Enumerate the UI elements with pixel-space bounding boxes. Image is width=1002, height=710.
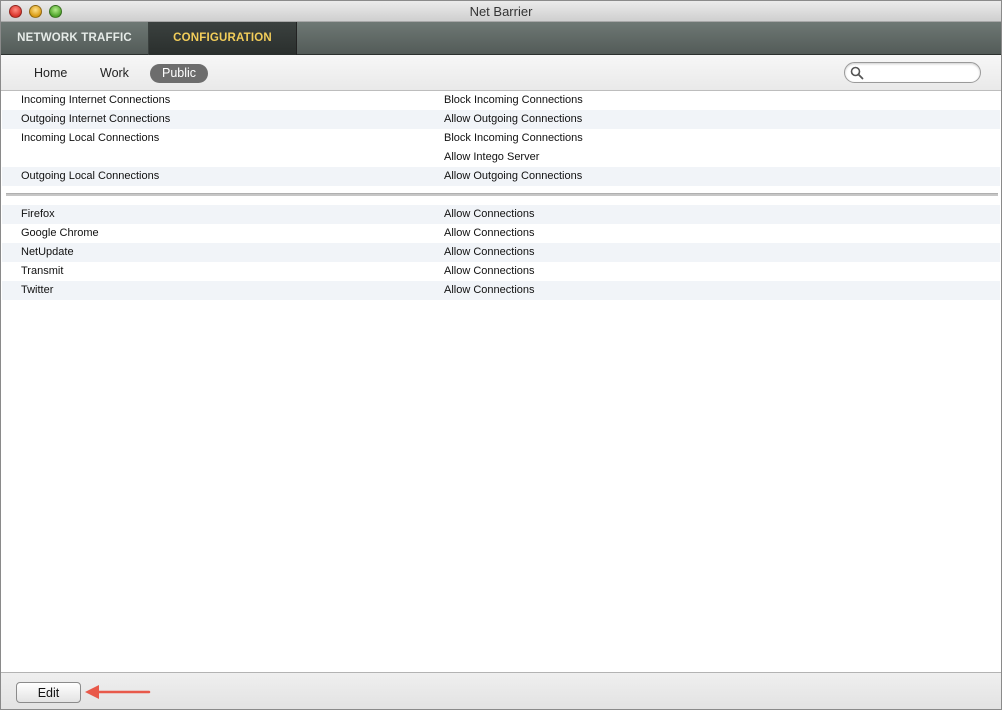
rule-action: Allow Outgoing Connections bbox=[444, 113, 583, 125]
section-separator bbox=[6, 193, 998, 196]
profile-home[interactable]: Home bbox=[22, 64, 79, 83]
rule-name: Incoming Local Connections bbox=[21, 132, 160, 144]
app-action: Allow Connections bbox=[444, 227, 535, 239]
rule-row[interactable]: Incoming Local Connections Block Incomin… bbox=[2, 129, 1000, 148]
app-name: Transmit bbox=[21, 265, 64, 277]
tab-configuration[interactable]: CONFIGURATION bbox=[149, 22, 297, 55]
tab-network-traffic[interactable]: NETWORK TRAFFIC bbox=[1, 22, 149, 55]
app-rule-row[interactable]: Google Chrome Allow Connections bbox=[2, 224, 1000, 243]
app-rule-row[interactable]: Transmit Allow Connections bbox=[2, 262, 1000, 281]
rule-action: Block Incoming Connections bbox=[444, 94, 583, 106]
app-action: Allow Connections bbox=[444, 208, 535, 220]
profile-work[interactable]: Work bbox=[88, 64, 141, 83]
rule-name: Incoming Internet Connections bbox=[21, 94, 171, 106]
rule-row[interactable]: Outgoing Local Connections Allow Outgoin… bbox=[2, 167, 1000, 186]
rule-action: Allow Outgoing Connections bbox=[444, 170, 583, 182]
app-window: Net Barrier NETWORK TRAFFIC CONFIGURATIO… bbox=[0, 0, 1002, 710]
profile-public[interactable]: Public bbox=[150, 64, 209, 83]
rule-name: Outgoing Local Connections bbox=[21, 170, 160, 182]
title-bar: Net Barrier bbox=[1, 1, 1001, 22]
window-title: Net Barrier bbox=[469, 4, 533, 19]
app-rule-row[interactable]: Firefox Allow Connections bbox=[2, 205, 1000, 224]
search-field[interactable] bbox=[844, 62, 981, 83]
rule-name: Outgoing Internet Connections bbox=[21, 113, 171, 125]
rule-row[interactable]: Outgoing Internet Connections Allow Outg… bbox=[2, 110, 1000, 129]
search-input[interactable] bbox=[867, 65, 975, 80]
app-name: Google Chrome bbox=[21, 227, 99, 239]
app-name: Firefox bbox=[21, 208, 55, 220]
app-action: Allow Connections bbox=[444, 284, 535, 296]
search-icon bbox=[850, 66, 864, 80]
edit-button[interactable]: Edit bbox=[16, 682, 81, 703]
app-rule-row[interactable]: NetUpdate Allow Connections bbox=[2, 243, 1000, 262]
bottom-bar: Edit bbox=[1, 672, 1001, 709]
profile-bar: Home Work Public bbox=[1, 55, 1001, 91]
app-action: Allow Connections bbox=[444, 265, 535, 277]
app-name: Twitter bbox=[21, 284, 54, 296]
app-name: NetUpdate bbox=[21, 246, 74, 258]
arrow-left-icon bbox=[85, 685, 151, 699]
rule-action: Allow Intego Server bbox=[444, 151, 540, 163]
rule-row[interactable]: Incoming Internet Connections Block Inco… bbox=[2, 91, 1000, 110]
app-action: Allow Connections bbox=[444, 246, 535, 258]
rules-list: Incoming Internet Connections Block Inco… bbox=[1, 91, 1001, 672]
main-tab-bar: NETWORK TRAFFIC CONFIGURATION bbox=[1, 22, 1001, 55]
app-rule-row[interactable]: Twitter Allow Connections bbox=[2, 281, 1000, 300]
rule-action: Block Incoming Connections bbox=[444, 132, 583, 144]
rule-row[interactable]: Allow Intego Server bbox=[2, 148, 1000, 167]
